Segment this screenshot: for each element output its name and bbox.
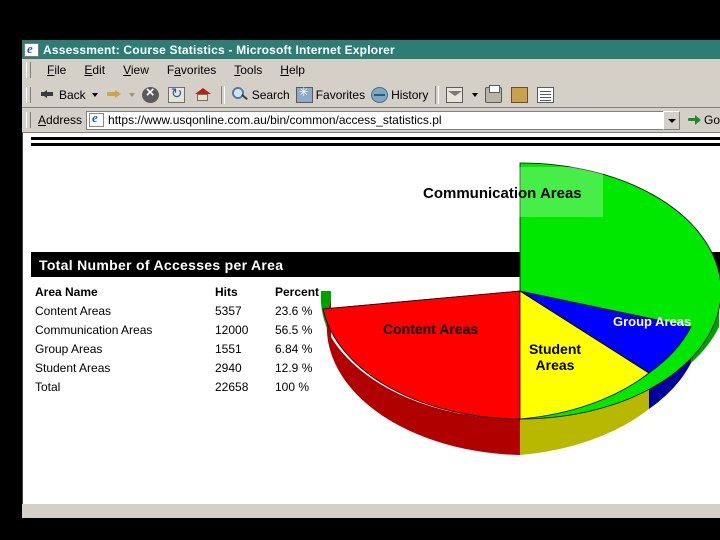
- home-button[interactable]: [191, 84, 217, 106]
- table-row-total: Total 22658 100 %: [31, 378, 337, 397]
- menu-label-tools: ools: [240, 63, 263, 77]
- mail-button[interactable]: [443, 84, 469, 106]
- menu-label-help: elp: [288, 63, 305, 77]
- column-header-area-name: Area Name: [35, 285, 98, 299]
- stop-icon: [141, 84, 159, 103]
- cell-area-name: Total: [35, 380, 61, 394]
- pie-label-student: Student Areas: [528, 341, 582, 374]
- cell-area-name: Group Areas: [35, 342, 103, 356]
- mail-icon: [446, 86, 464, 103]
- toolbar-grip[interactable]: [26, 86, 31, 103]
- cell-hits: 22658: [215, 380, 249, 394]
- search-label: Search: [251, 87, 290, 102]
- table-header-row: Area Name Hits Percent: [31, 283, 337, 302]
- window-title: Assessment: Course Statistics - Microsof…: [43, 42, 395, 57]
- pie-label-group: Group Areas: [613, 314, 692, 329]
- address-dropdown-chevron-down-icon[interactable]: [662, 110, 680, 130]
- table-row: Group Areas 1551 6.84 %: [31, 340, 337, 359]
- table-row: Communication Areas 12000 56.5 %: [31, 321, 337, 340]
- menu-item-file[interactable]: File: [38, 62, 75, 78]
- pie-label-communication: Communication Areas: [423, 185, 582, 202]
- back-arrow-icon: [41, 88, 57, 101]
- address-url-text: https://www.usqonline.com.au/bin/common/…: [108, 113, 442, 127]
- cell-hits: 12000: [215, 323, 249, 337]
- menu-item-favorites[interactable]: Favorites: [158, 62, 225, 78]
- ie-logo-icon: [24, 41, 39, 57]
- favorites-icon: [295, 85, 313, 103]
- discuss-button[interactable]: [534, 84, 560, 106]
- search-button[interactable]: Search: [229, 84, 293, 106]
- print-icon: [485, 84, 503, 103]
- menu-item-tools[interactable]: Tools: [225, 62, 271, 78]
- forward-arrow-icon: [105, 88, 121, 101]
- rule-top: [31, 137, 720, 140]
- menu-grip[interactable]: [26, 62, 31, 78]
- history-label: History: [391, 87, 429, 102]
- back-label: Back: [59, 87, 86, 102]
- print-button[interactable]: [482, 84, 508, 106]
- access-statistics-table: Area Name Hits Percent Content Areas 535…: [31, 283, 337, 397]
- forward-history-chevron-down-icon[interactable]: [128, 92, 135, 97]
- navigation-toolbar: Back Search Favorites: [22, 82, 720, 108]
- favorites-button[interactable]: Favorites: [293, 84, 368, 106]
- go-button[interactable]: Go: [687, 113, 720, 127]
- address-bar: Address https://www.usqonline.com.au/bin…: [22, 108, 720, 133]
- go-arrow-icon: [687, 113, 702, 127]
- address-grip[interactable]: [26, 112, 31, 128]
- menu-label-view: iew: [130, 63, 149, 77]
- stop-button[interactable]: [139, 84, 165, 106]
- cell-hits: 5357: [215, 304, 242, 318]
- favorites-label: Favorites: [315, 87, 366, 102]
- search-icon: [231, 86, 249, 103]
- home-icon: [194, 87, 211, 103]
- column-header-hits: Hits: [215, 285, 238, 299]
- table-row: Content Areas 5357 23.6 %: [31, 302, 337, 321]
- pie-label-content: Content Areas: [383, 321, 479, 337]
- toolbar-separator-2: [435, 85, 440, 104]
- cell-area-name: Content Areas: [35, 304, 112, 318]
- menu-label-file: ile: [54, 63, 67, 77]
- cell-hits: 2940: [215, 361, 242, 375]
- edit-button[interactable]: [508, 84, 534, 106]
- address-input[interactable]: https://www.usqonline.com.au/bin/common/…: [86, 110, 663, 130]
- page-title: Total Number of Accesses per Area: [39, 256, 284, 273]
- address-label: Address: [38, 113, 83, 127]
- browser-window: Assessment: Course Statistics - Microsof…: [22, 40, 720, 518]
- menu-item-edit[interactable]: Edit: [75, 62, 114, 78]
- cell-area-name: Communication Areas: [35, 323, 153, 337]
- screen-background: Assessment: Course Statistics - Microsof…: [0, 0, 720, 540]
- forward-button[interactable]: [102, 84, 126, 106]
- history-icon: [371, 86, 389, 103]
- discuss-icon: [537, 86, 555, 103]
- menu-item-help[interactable]: Help: [271, 62, 314, 78]
- menu-bar: File Edit View Favorites Tools Help: [22, 59, 720, 82]
- mail-chevron-down-icon[interactable]: [472, 92, 479, 97]
- table-row: Student Areas 2940 12.9 %: [31, 359, 337, 378]
- menu-item-view[interactable]: View: [114, 62, 158, 78]
- edit-icon: [511, 86, 529, 103]
- window-titlebar: Assessment: Course Statistics - Microsof…: [22, 40, 720, 59]
- cell-hits: 1551: [215, 342, 242, 356]
- back-button[interactable]: Back: [38, 84, 89, 106]
- refresh-button[interactable]: [165, 84, 191, 106]
- pie-slice-content: [322, 290, 521, 420]
- page-viewport[interactable]: Total Number of Accesses per Area Top Ar…: [22, 133, 720, 504]
- menu-label-edit: dit: [92, 63, 106, 77]
- page-icon: [89, 112, 105, 127]
- access-pie-chart: Communication Areas Content Areas Studen…: [319, 141, 720, 504]
- back-history-chevron-down-icon[interactable]: [91, 92, 98, 97]
- menu-label-favorites: vorites: [180, 63, 217, 77]
- go-label: Go: [703, 113, 720, 127]
- toolbar-separator: [220, 85, 225, 104]
- refresh-icon: [167, 85, 185, 103]
- cell-area-name: Student Areas: [35, 361, 111, 375]
- history-button[interactable]: History: [368, 84, 431, 106]
